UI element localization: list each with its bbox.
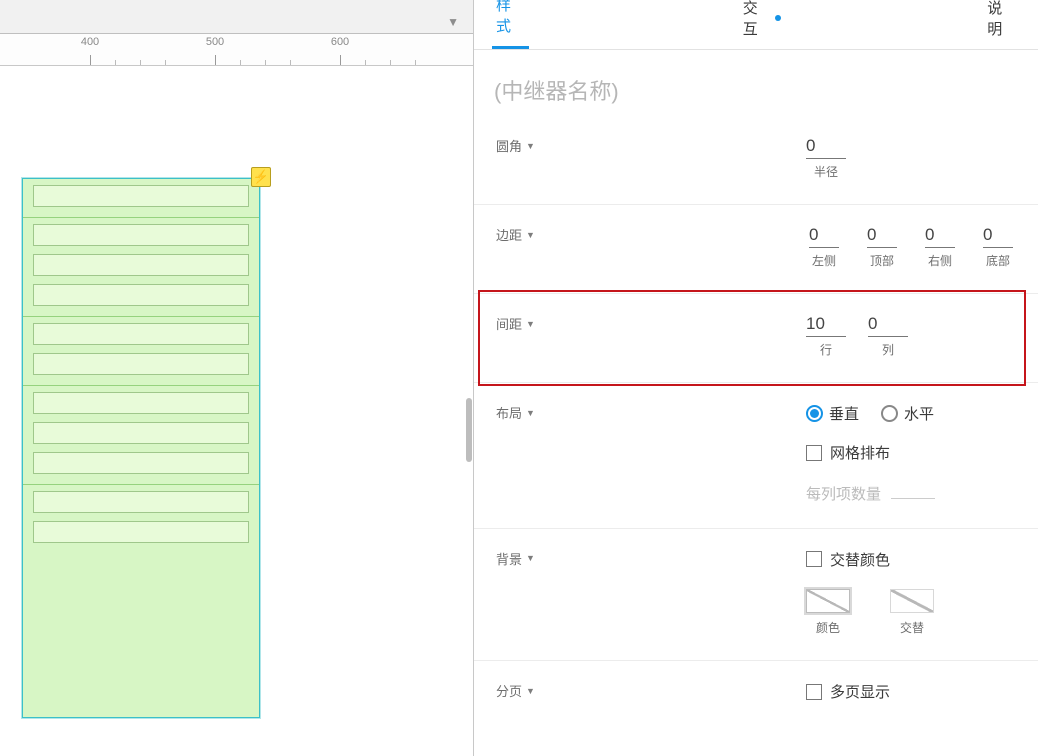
layout-horizontal-radio[interactable]: 水平 [881,403,934,424]
toolbar-strip: ▼ [0,0,473,34]
repeater-item[interactable] [23,386,259,485]
widget-name-input[interactable]: (中继器名称) [474,50,1038,116]
section-label[interactable]: 分页▼ [496,681,806,700]
section-label[interactable]: 圆角▼ [496,136,806,155]
checkbox-unchecked-icon [806,445,822,461]
section-spacing: 间距▼ 行 列 [474,294,1038,383]
section-label[interactable]: 间距▼ [496,314,806,333]
repeater-cell[interactable] [33,491,249,513]
layout-orientation-radio-group: 垂直 水平 [806,403,1016,424]
section-corner-radius: 圆角▼ 半径 [474,116,1038,205]
background-alt-color-swatch[interactable] [890,589,934,613]
section-background: 背景▼ 交替颜色 颜色 [474,529,1038,662]
items-per-column-input[interactable] [891,498,935,499]
swatch-label: 交替 [900,619,924,636]
spacing-row-field[interactable]: 行 [806,314,846,358]
section-layout: 布局▼ 垂直 水平 [474,383,1038,529]
tab-notes[interactable]: 说明 [983,0,1020,49]
section-label[interactable]: 背景▼ [496,549,806,568]
tab-interactions[interactable]: 交互 [739,0,785,49]
margin-top-field[interactable]: 顶部 [864,225,900,269]
inspector-panel: 样式 交互 说明 (中继器名称) 圆角▼ 半径 [474,0,1038,756]
ruler-tick-label: 500 [206,36,224,48]
canvas-pane[interactable]: ▼ 400 500 600 ⚡ [0,0,474,756]
checkbox-unchecked-icon [806,551,822,567]
inspector-tabs: 样式 交互 说明 [474,0,1038,50]
radius-field[interactable]: 半径 [806,136,846,180]
scrollbar-thumb[interactable] [466,398,472,462]
margin-bottom-field[interactable]: 底部 [980,225,1016,269]
repeater-cell[interactable] [33,392,249,414]
radio-checked-icon [806,405,823,422]
tab-style[interactable]: 样式 [492,0,529,49]
ruler-tick-label: 400 [81,36,99,48]
swatch-label: 颜色 [816,619,840,636]
layout-vertical-radio[interactable]: 垂直 [806,403,859,424]
repeater-cell[interactable] [33,323,249,345]
layout-grid-checkbox[interactable]: 网格排布 [806,442,890,463]
ruler-tick-label: 600 [331,36,349,48]
repeater-cell[interactable] [33,422,249,444]
section-label[interactable]: 边距▼ [496,225,806,244]
spacing-row-input[interactable] [806,314,846,337]
spacing-col-field[interactable]: 列 [868,314,908,358]
chevron-down-icon: ▼ [526,553,535,563]
repeater-cell[interactable] [33,254,249,276]
section-label[interactable]: 布局▼ [496,403,806,422]
lightning-icon[interactable]: ⚡ [251,167,271,187]
checkbox-unchecked-icon [806,684,822,700]
repeater-widget[interactable]: ⚡ [22,178,260,718]
margin-top-input[interactable] [867,225,897,248]
background-color-swatch[interactable] [806,589,850,613]
alternate-color-checkbox[interactable]: 交替颜色 [806,549,890,570]
chevron-down-icon: ▼ [526,686,535,696]
repeater-item[interactable] [23,485,259,553]
chevron-down-icon: ▼ [526,230,535,240]
repeater-cell[interactable] [33,284,249,306]
margin-left-input[interactable] [809,225,839,248]
section-margin: 边距▼ 左侧 顶部 右侧 [474,205,1038,294]
chevron-down-icon: ▼ [526,408,535,418]
repeater-cell[interactable] [33,185,249,207]
margin-right-field[interactable]: 右侧 [922,225,958,269]
repeater-cell[interactable] [33,224,249,246]
horizontal-ruler: 400 500 600 [0,34,473,66]
margin-right-input[interactable] [925,225,955,248]
chevron-down-icon: ▼ [526,319,535,329]
section-pagination: 分页▼ 多页显示 [474,661,1038,728]
radio-unchecked-icon [881,405,898,422]
margin-left-field[interactable]: 左侧 [806,225,842,269]
spacing-col-input[interactable] [868,314,908,337]
repeater-item[interactable] [23,317,259,386]
toolbar-dropdown-icon[interactable]: ▼ [447,15,459,33]
tab-interactions-label: 交互 [743,0,772,39]
repeater-item[interactable] [23,179,259,218]
repeater-cell[interactable] [33,521,249,543]
field-sublabel: 半径 [814,163,838,180]
margin-bottom-input[interactable] [983,225,1013,248]
radius-input[interactable] [806,136,846,159]
multi-page-checkbox[interactable]: 多页显示 [806,681,890,702]
interaction-indicator-dot [775,15,781,21]
repeater-cell[interactable] [33,353,249,375]
repeater-cell[interactable] [33,452,249,474]
design-canvas[interactable]: ⚡ [0,66,473,756]
repeater-item[interactable] [23,218,259,317]
chevron-down-icon: ▼ [526,141,535,151]
items-per-column-field: 每列项数量 [806,483,1016,504]
